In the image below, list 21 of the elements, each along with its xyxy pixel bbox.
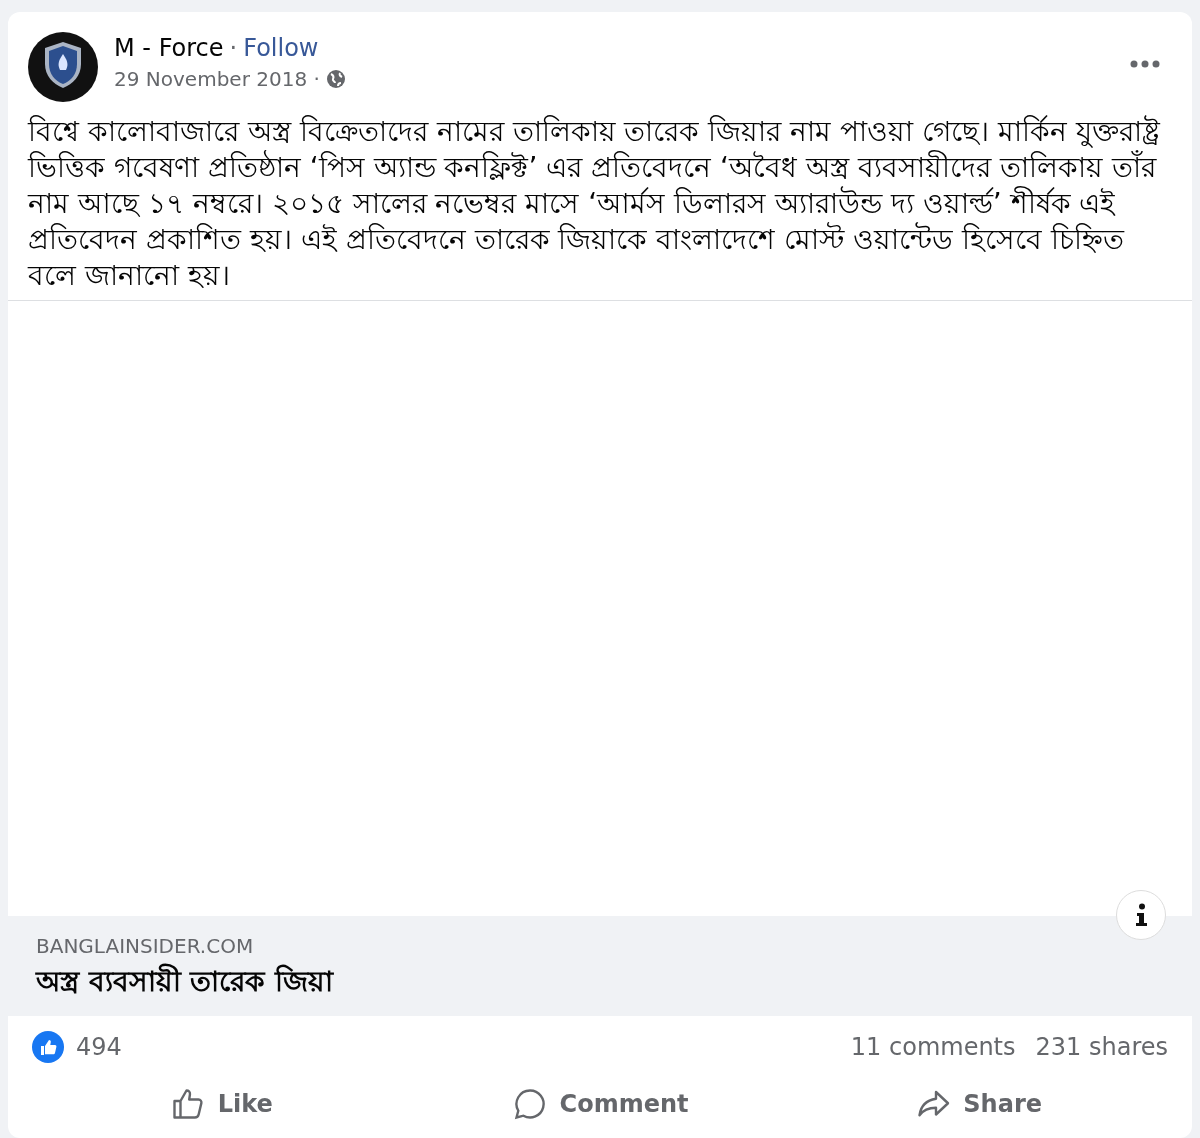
avatar-logo-icon xyxy=(28,32,98,102)
info-icon xyxy=(1134,903,1148,927)
link-title: অস্ত্র ব্যবসায়ী তারেক জিয়া xyxy=(36,962,335,1000)
post-text: বিশ্বে কালোবাজারে অস্ত্র বিক্রেতাদের নামের তালিকায় তারেক জিয়ার নাম পাওয়া গেছে। মার্কিন যুক্তরাষ্ট্র ভিত্তিক গবেষণা প্রতিষ্ঠান ‘পিস অ্যান্ড কনফ্লিক্ট’ এর প্রতিবেদনে ‘অবৈধ অস্ত্র ব্যবসায়ীদের তালিকায় তাঁর নাম আছে ১৭ নম্বরে। ২০১৫ সালের নভেম্বর মাসে ‘আর্মস ডিলারস অ্যারাউন্ড দ্য ওয়ার্ল্ড’ শীর্ষক এই প্রতিবেদন প্রকাশিত হয়। এই প্রতিবেদনে তারেক জিয়াকে বাংলাদেশে মোস্ট ওয়ান্টেড হিসেবে চিহ্নিত বলে জানানো হয়। xyxy=(26,114,1162,294)
author-name[interactable]: M - Force xyxy=(114,32,224,64)
like-reaction-icon xyxy=(32,1031,64,1063)
info-button[interactable] xyxy=(1116,890,1166,940)
link-domain: BANGLAINSIDER.COM xyxy=(36,933,255,960)
more-options-icon xyxy=(1130,60,1160,68)
separator-dot: · xyxy=(229,33,238,64)
comments-count[interactable]: 11 comments xyxy=(850,1029,1016,1065)
link-preview[interactable]: BANGLAINSIDER.COM অস্ত্র ব্যবসায়ী তারেক জিয়া xyxy=(8,916,1192,1016)
follow-link[interactable]: Follow xyxy=(243,32,319,64)
comment-button[interactable]: Comment xyxy=(410,1078,790,1130)
reaction-count[interactable]: 494 xyxy=(76,1029,122,1065)
post-date[interactable]: 29 November 2018 · xyxy=(114,64,320,94)
globe-icon xyxy=(325,69,346,89)
shares-count[interactable]: 231 shares xyxy=(1035,1029,1168,1065)
share-button[interactable]: Share xyxy=(789,1078,1168,1130)
more-options-button[interactable] xyxy=(1130,60,1160,68)
like-button[interactable]: Like xyxy=(32,1078,411,1130)
